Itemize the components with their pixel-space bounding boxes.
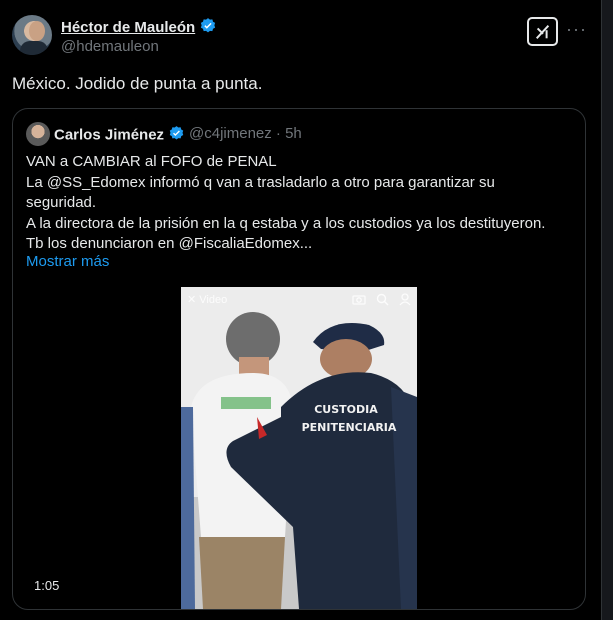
video-overlay-bar: ✕ Video bbox=[187, 293, 411, 306]
author-avatar[interactable] bbox=[12, 15, 52, 55]
show-more-link[interactable]: Mostrar más bbox=[26, 253, 109, 270]
verified-badge-icon bbox=[199, 17, 217, 39]
uniform-label-line1: CUSTODIA bbox=[314, 403, 378, 416]
quoted-text-line: La @SS_Edomex informó q van a trasladarl… bbox=[26, 173, 495, 191]
grok-icon bbox=[535, 24, 549, 39]
grok-button[interactable] bbox=[527, 17, 558, 46]
quoted-author-name[interactable]: Carlos Jiménez bbox=[54, 125, 185, 146]
person-icon[interactable] bbox=[399, 293, 411, 306]
author-handle[interactable]: @hdemauleon bbox=[61, 38, 159, 55]
more-icon[interactable]: ··· bbox=[566, 20, 587, 38]
quoted-text-line: seguridad. bbox=[26, 194, 97, 211]
author-name: Héctor de Mauleón bbox=[61, 18, 196, 36]
quoted-tweet-text: VAN a CAMBIAR al FOFO de PENAL La @SS_Ed… bbox=[26, 152, 578, 255]
quoted-text-line: Tb los denunciaron en @FiscaliaEdomex... bbox=[26, 235, 313, 252]
author-name-link[interactable]: Héctor de Mauleón bbox=[61, 17, 217, 39]
quoted-text-line: A la directora de la prisión en la q est… bbox=[26, 214, 546, 232]
quoted-author-name-text: Carlos Jiménez bbox=[54, 126, 165, 144]
close-icon: ✕ bbox=[187, 294, 197, 306]
quoted-tweet-card[interactable]: Carlos Jiménez @c4jimenez · 5h VAN a CAM… bbox=[12, 108, 586, 610]
scrollbar-track[interactable] bbox=[601, 0, 613, 620]
verified-badge-icon bbox=[168, 125, 185, 146]
uniform-label-line2: PENITENCIARIA bbox=[302, 421, 397, 434]
video-player[interactable]: CUSTODIA PENITENCIARIA ✕ Video bbox=[181, 287, 417, 609]
quoted-author-avatar[interactable] bbox=[26, 122, 50, 146]
video-top-label: Video bbox=[199, 294, 228, 306]
quoted-text-line: VAN a CAMBIAR al FOFO de PENAL bbox=[26, 153, 277, 170]
quoted-author-meta: @c4jimenez · 5h bbox=[189, 125, 302, 142]
tweet-text: México. Jodido de punta a punta. bbox=[12, 74, 263, 93]
video-close-button[interactable]: ✕ Video bbox=[187, 293, 227, 306]
search-icon[interactable] bbox=[376, 293, 389, 306]
video-frame: CUSTODIA PENITENCIARIA bbox=[181, 287, 417, 609]
camera-icon[interactable] bbox=[352, 293, 366, 305]
video-duration: 1:05 bbox=[34, 578, 60, 593]
